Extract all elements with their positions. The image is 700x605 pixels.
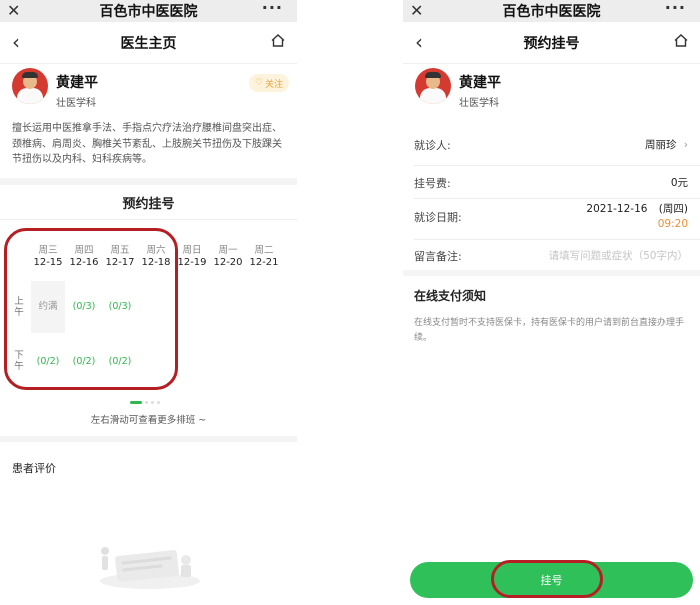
empty-reviews-illustration-icon (100, 547, 200, 589)
close-icon[interactable]: ✕ (7, 1, 20, 20)
section-gap (0, 178, 297, 185)
wechat-title-bar: ✕ 百色市中医医院 ··· (403, 0, 700, 22)
register-screen: ✕ 百色市中医医院 ··· ‹ 预约挂号 黄建平 壮医学科 就诊人: 周丽珍 ›… (403, 0, 700, 605)
back-arrow-icon[interactable]: ‹ (415, 30, 423, 54)
home-icon[interactable] (271, 34, 285, 47)
fee-value: 0元 (670, 177, 688, 189)
notice-body: 在线支付暂时不支持医保卡，持有医保卡的用户请到前台直接办理手续。 (414, 318, 685, 343)
date-value: 2021-12-16 (586, 203, 648, 215)
annotation-highlight-box (4, 228, 178, 390)
more-dots-icon[interactable]: ··· (665, 0, 686, 17)
registration-form: 就诊人: 周丽珍 › 挂号费: 0元 就诊日期: 2021-12-16 (周四)… (403, 120, 700, 270)
doctor-department: 壮医学科 (56, 98, 96, 109)
nav-bar: ‹ 医生主页 (0, 22, 297, 64)
weekday-value: (周四) (658, 203, 688, 215)
note-row[interactable]: 留言备注: 请填写问题或症状（50字内） (403, 240, 700, 270)
patient-label: 就诊人: (414, 139, 451, 152)
payment-notice: 在线支付须知 在线支付暂时不支持医保卡，持有医保卡的用户请到前台直接办理手续。 (403, 276, 700, 605)
fee-row: 挂号费: 0元 (403, 166, 700, 198)
home-icon[interactable] (674, 34, 688, 47)
hospital-title: 百色市中医医院 (99, 4, 198, 20)
page-title: 医生主页 (120, 35, 177, 52)
page-title: 预约挂号 (523, 35, 580, 52)
doctor-avatar (12, 68, 48, 104)
chevron-right-icon: › (683, 139, 688, 151)
patient-row[interactable]: 就诊人: 周丽珍 › (403, 120, 700, 165)
annotation-highlight-box (491, 560, 603, 598)
fee-label: 挂号费: (414, 177, 451, 190)
note-label: 留言备注: (414, 250, 462, 263)
note-input[interactable]: 请填写问题或症状（50字内） (549, 248, 688, 263)
day-header[interactable]: 周一 12-20 (211, 242, 245, 268)
section-gap (0, 436, 297, 442)
notice-title: 在线支付须知 (414, 289, 487, 303)
day-header[interactable]: 周日 12-19 (175, 242, 209, 268)
schedule-title: 预约挂号 (122, 197, 175, 212)
doctor-avatar (415, 68, 451, 104)
doctor-name: 黄建平 (459, 75, 501, 91)
date-row: 就诊日期: 2021-12-16 (周四) 09:20 (403, 199, 700, 239)
day-header[interactable]: 周二 12-21 (247, 242, 281, 268)
follow-label: 关注 (265, 79, 284, 90)
heart-icon: ♡ (254, 78, 264, 88)
doctor-department: 壮医学科 (459, 98, 499, 109)
carousel-indicator (130, 401, 160, 404)
reviews-title: 患者评价 (12, 462, 56, 475)
back-arrow-icon[interactable]: ‹ (12, 30, 20, 54)
hospital-title: 百色市中医医院 (502, 4, 601, 20)
more-dots-icon[interactable]: ··· (262, 0, 283, 17)
doctor-description: 擅长运用中医推拿手法、手指点穴疗法治疗腰椎间盘突出症、颈椎病、肩周炎、胸椎关节紊… (12, 123, 282, 165)
nav-bar: ‹ 预约挂号 (403, 22, 700, 64)
time-value: 09:20 (657, 218, 688, 230)
date-label: 就诊日期: (414, 211, 462, 224)
scroll-hint: 左右滑动可查看更多排班 ~ (90, 415, 207, 426)
doctor-home-screen: ✕ 百色市中医医院 ··· ‹ 医生主页 黄建平 壮医学科 ♡ 关注 擅长运用中… (0, 0, 297, 605)
follow-button[interactable]: ♡ 关注 (249, 74, 289, 92)
divider (0, 219, 297, 220)
wechat-title-bar: ✕ 百色市中医医院 ··· (0, 0, 297, 22)
doctor-card: 黄建平 壮医学科 (403, 64, 700, 120)
doctor-card: 黄建平 壮医学科 ♡ 关注 (0, 64, 297, 120)
doctor-name: 黄建平 (56, 75, 98, 91)
patient-value: 周丽珍 (644, 139, 677, 151)
close-icon[interactable]: ✕ (410, 1, 423, 20)
